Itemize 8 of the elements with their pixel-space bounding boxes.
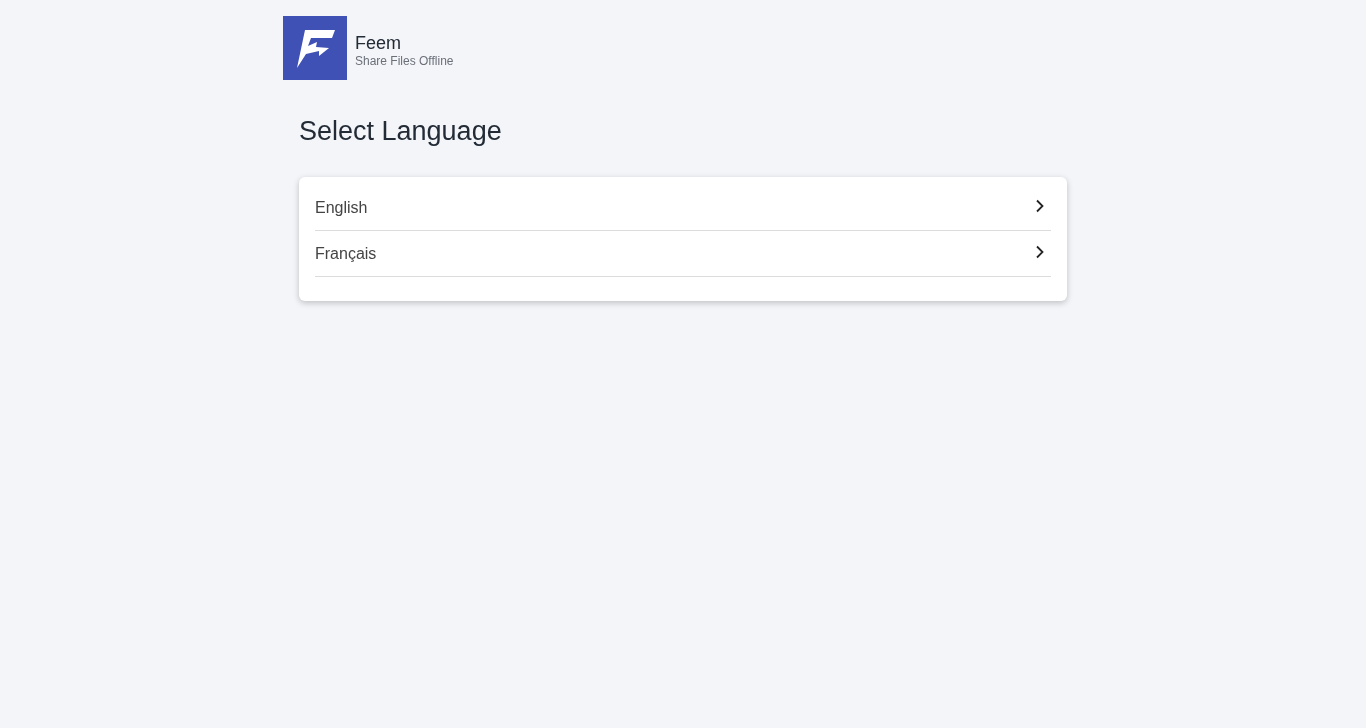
chevron-right-icon — [1035, 244, 1045, 259]
page-heading: Select Language — [299, 116, 503, 147]
app-tagline: Share Files Offline — [355, 53, 454, 68]
logo-icon — [283, 16, 347, 80]
language-item[interactable]: English — [315, 185, 1051, 231]
language-item[interactable]: Français — [315, 231, 1051, 277]
chevron-right-icon — [1035, 198, 1045, 213]
app-name: Feem — [355, 32, 402, 54]
